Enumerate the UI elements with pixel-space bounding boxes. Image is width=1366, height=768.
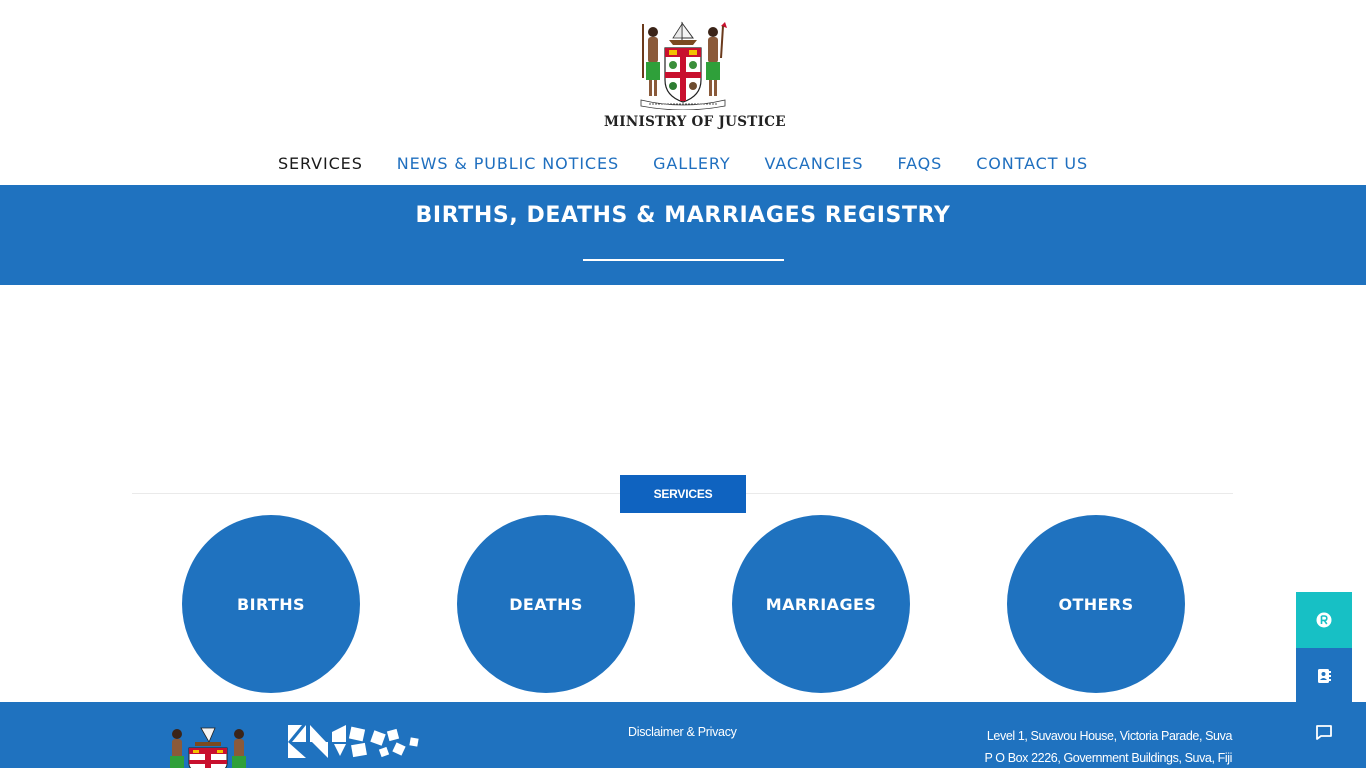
service-marriages-button[interactable]: MARRIAGES — [732, 515, 910, 693]
contact-card-icon — [1318, 669, 1331, 683]
service-others-button[interactable]: OTHERS — [1007, 515, 1185, 693]
footer-address: Level 1, Suvavou House, Victoria Parade,… — [984, 725, 1233, 768]
main-nav: SERVICES NEWS & PUBLIC NOTICES GALLERY V… — [0, 154, 1366, 176]
services-button[interactable]: SERVICES — [620, 475, 746, 513]
site-header: MINISTRY OF JUSTICE SERVICES NEWS & PUBL… — [0, 0, 1366, 185]
address-line-2: P O Box 2226, Government Buildings, Suva… — [984, 751, 1233, 765]
registered-icon — [1316, 612, 1332, 628]
logo-text: MINISTRY OF JUSTICE — [604, 114, 786, 130]
nav-item-faqs[interactable]: FAQS — [897, 154, 942, 176]
title-underline — [583, 259, 784, 261]
disclaimer-privacy-link[interactable]: Disclaimer & Privacy — [628, 725, 737, 739]
footer-coat-of-arms-icon — [170, 727, 246, 768]
page-banner — [0, 185, 1366, 285]
service-deaths-button[interactable]: DEATHS — [457, 515, 635, 693]
geometric-pattern-icon — [288, 725, 419, 758]
nav-item-services[interactable]: SERVICES — [278, 154, 363, 176]
address-line-1: Level 1, Suvavou House, Victoria Parade,… — [986, 729, 1233, 743]
coat-of-arms-icon — [640, 21, 727, 110]
nav-item-news-public-notices[interactable]: NEWS & PUBLIC NOTICES — [397, 154, 619, 176]
chat-icon — [1316, 725, 1332, 740]
footer-crest — [165, 724, 251, 768]
footer-pattern-logo — [288, 722, 428, 768]
registered-button[interactable] — [1296, 592, 1352, 648]
nav-item-contact-us[interactable]: CONTACT US — [976, 154, 1088, 176]
chat-button[interactable] — [1296, 704, 1352, 760]
site-footer: Disclaimer & Privacy Level 1, Suvavou Ho… — [0, 702, 1366, 768]
ministry-logo[interactable]: MINISTRY OF JUSTICE — [604, 18, 786, 134]
contact-card-button[interactable] — [1296, 648, 1352, 704]
nav-item-gallery[interactable]: GALLERY — [653, 154, 730, 176]
page-title: BIRTHS, DEATHS & MARRIAGES REGISTRY — [415, 203, 951, 228]
nav-item-vacancies[interactable]: VACANCIES — [765, 154, 864, 176]
service-births-button[interactable]: BIRTHS — [182, 515, 360, 693]
